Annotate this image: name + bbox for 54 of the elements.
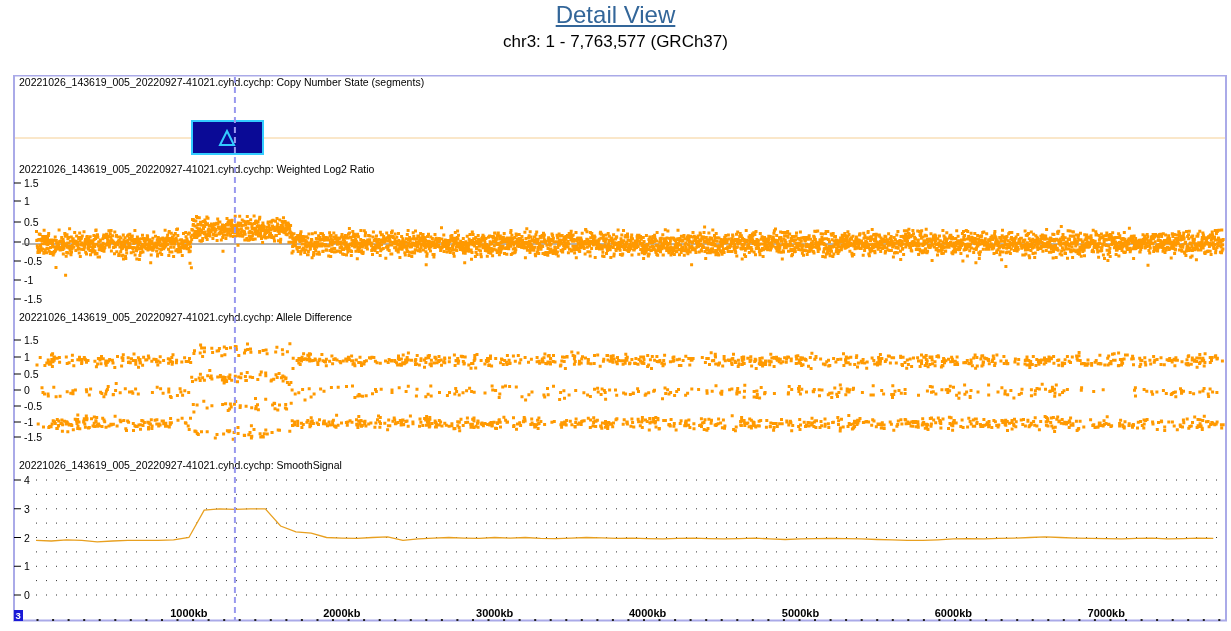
tick-mark <box>13 479 22 481</box>
tick-mark <box>13 405 22 407</box>
page-title-link[interactable]: Detail View <box>555 1 676 29</box>
axis-label: -1 <box>24 274 34 286</box>
tick-mark <box>13 565 22 567</box>
tick-mark <box>13 421 22 423</box>
axis-label: 0 <box>24 384 30 396</box>
axis-label: -1 <box>24 416 34 428</box>
chromosome-badge: 3 <box>14 610 23 621</box>
track-title: 20221026_143619_005_20220927-41021.cyhd.cychp: Weighted Log2 Ratio <box>19 163 375 175</box>
tick-mark <box>13 508 22 510</box>
axis-label: 1.5 <box>24 334 39 346</box>
axis-label: 4 <box>24 474 30 486</box>
track-title: 20221026_143619_005_20220927-41021.cyhd.cychp: SmoothSignal <box>19 459 342 471</box>
tick-mark <box>13 356 22 358</box>
tick-mark <box>13 182 22 184</box>
tick-mark <box>13 436 22 438</box>
tick-mark <box>13 200 22 202</box>
axis-label: 1 <box>24 351 30 363</box>
axis-label: -1.5 <box>24 431 43 443</box>
axis-label: 5000kb <box>781 607 820 619</box>
axis-label: 0.5 <box>24 216 39 228</box>
axis-label: -0.5 <box>24 255 43 267</box>
axis-label: -0.5 <box>24 400 43 412</box>
axis-label: 1 <box>24 560 30 573</box>
tick-mark <box>13 594 22 596</box>
tick-mark <box>13 537 22 538</box>
tick-mark <box>13 260 22 262</box>
axis-label: 1 <box>24 195 30 207</box>
tick-mark <box>13 389 22 391</box>
axis-label: 3000kb <box>476 607 514 619</box>
tick-mark <box>13 339 22 341</box>
axis-label: 4000kb <box>628 607 667 619</box>
tick-mark <box>13 279 22 281</box>
axis-label: -1.5 <box>24 293 43 305</box>
tick-mark <box>13 221 22 223</box>
axis-label: 1.5 <box>24 177 39 189</box>
axis-label: 0 <box>24 236 30 248</box>
track-title: 20221026_143619_005_20220927-41021.cyhd.cychp: Copy Number State (segments) <box>19 76 425 88</box>
axis-label: 0.5 <box>24 368 39 380</box>
axis-label: 2 <box>24 531 30 544</box>
track-title: 20221026_143619_005_20220927-41021.cyhd.cychp: Allele Difference <box>19 311 353 323</box>
triangle-icon <box>218 128 236 146</box>
axis-label: 0 <box>24 589 30 601</box>
gain-segment[interactable] <box>191 120 264 155</box>
tick-mark <box>13 241 22 243</box>
tick-mark <box>13 373 22 375</box>
tick-mark <box>13 298 22 300</box>
axis-label: 1000kb <box>170 607 208 619</box>
axis-label: 6000kb <box>934 607 972 619</box>
axis-label: 2000kb <box>323 607 361 619</box>
axis-label: 7000kb <box>1087 607 1125 619</box>
region-subtitle: chr3: 1 - 7,763,577 (GRCh37) <box>503 31 728 53</box>
axis-label: 3 <box>24 502 30 515</box>
